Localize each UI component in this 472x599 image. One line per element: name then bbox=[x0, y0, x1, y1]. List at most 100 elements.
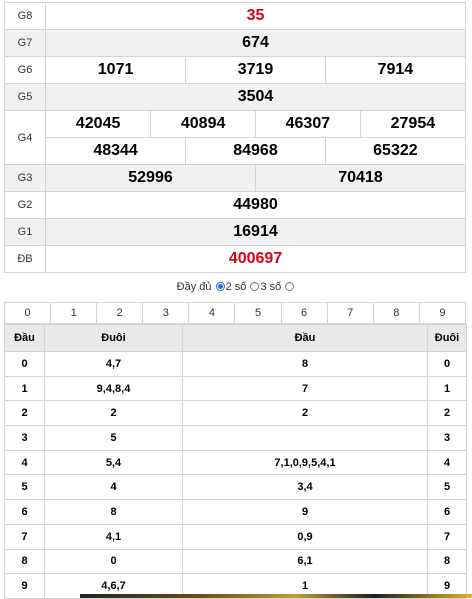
table-row: 0 4,7 8 0 bbox=[4, 351, 467, 377]
prize-label: ĐB bbox=[4, 245, 46, 273]
digit-filter-cell[interactable]: 1 bbox=[50, 302, 98, 324]
loto-table: Đầu Đuôi Đầu Đuôi 0 4,7 8 0 1 9,4,8,4 7 1 2 2 2 2 3 5… bbox=[4, 324, 467, 599]
table-row: 6896 bbox=[4, 499, 467, 525]
digit-filter-cell[interactable]: 8 bbox=[372, 302, 420, 324]
loto-tail: 2 bbox=[44, 400, 183, 427]
loto-tail: 5,4 bbox=[44, 449, 183, 476]
prize-g1-value: 16914 bbox=[233, 223, 278, 240]
prize-row-g4: G4 42045 40894 46307 27954 48344 84968 6… bbox=[4, 110, 466, 165]
loto-digit: 3 bbox=[427, 425, 467, 451]
prize-g4-value: 65322 bbox=[373, 142, 418, 159]
prize-label: G2 bbox=[4, 191, 46, 219]
column-header: Đầu bbox=[182, 324, 428, 352]
loto-digit: 0 bbox=[427, 351, 467, 377]
digit-filter-cell[interactable]: 3 bbox=[142, 302, 190, 324]
ad-banner-strip bbox=[80, 594, 472, 598]
digit-filter-cell[interactable]: 7 bbox=[326, 302, 374, 324]
loto-head: 3,4 bbox=[182, 474, 428, 501]
prize-g8-value: 35 bbox=[246, 7, 265, 24]
radio-full[interactable] bbox=[285, 282, 295, 291]
prize-label: G5 bbox=[4, 83, 46, 111]
option-two-label[interactable]: 2 số bbox=[226, 281, 247, 293]
table-row: 1 9,4,8,4 7 1 bbox=[4, 375, 467, 402]
prize-row-g6: G6 1071 3719 7914 bbox=[4, 56, 466, 84]
loto-digit: 5 bbox=[427, 474, 467, 501]
prize-g4-value: 46307 bbox=[285, 115, 331, 132]
digit-filter-cell[interactable]: 5 bbox=[234, 302, 282, 324]
loto-digit: 6 bbox=[4, 499, 45, 525]
prize-label: G1 bbox=[4, 218, 46, 246]
digit-filter-cell[interactable]: 2 bbox=[96, 302, 144, 324]
prize-label: G4 bbox=[4, 110, 46, 165]
prize-label: G8 bbox=[4, 2, 46, 30]
radio-three-digits[interactable] bbox=[250, 282, 260, 291]
prize-g6-value: 1071 bbox=[97, 61, 134, 78]
loto-head bbox=[182, 425, 428, 451]
option-full-label[interactable]: Đầy đủ bbox=[177, 281, 212, 293]
loto-head: 9 bbox=[182, 499, 428, 525]
prize-g4-value: 42045 bbox=[75, 115, 121, 132]
column-header: Đầu bbox=[4, 324, 45, 352]
loto-digit: 1 bbox=[427, 375, 467, 402]
prize-g2-value: 44980 bbox=[233, 196, 278, 213]
loto-digit: 2 bbox=[4, 400, 45, 427]
prize-row-g1: G1 16914 bbox=[4, 218, 466, 246]
loto-digit: 2 bbox=[427, 400, 467, 427]
loto-tail: 4,7 bbox=[44, 351, 183, 377]
prize-label: G6 bbox=[4, 56, 46, 84]
prize-row-g3: G3 52996 70418 bbox=[4, 164, 466, 192]
loto-tail: 5 bbox=[44, 425, 183, 451]
prize-g6-value: 7914 bbox=[377, 61, 414, 78]
option-three-label[interactable]: 3 số bbox=[260, 281, 281, 293]
loto-digit: 4 bbox=[427, 449, 467, 476]
loto-digit: 8 bbox=[427, 548, 467, 575]
prize-row-g5: G5 3504 bbox=[4, 83, 466, 111]
digit-filter-cell[interactable]: 9 bbox=[418, 302, 467, 324]
loto-digit: 7 bbox=[4, 523, 45, 550]
prize-label: G7 bbox=[4, 29, 46, 57]
loto-head: 2 bbox=[182, 400, 428, 427]
loto-digit: 9 bbox=[4, 573, 45, 599]
loto-head: 0,9 bbox=[182, 523, 428, 550]
loto-head: 6,1 bbox=[182, 548, 428, 575]
prize-g6-value: 3719 bbox=[237, 61, 274, 78]
loto-tail: 4 bbox=[44, 474, 183, 501]
prize-row-g8: G8 35 bbox=[4, 2, 466, 30]
prize-g4-value: 27954 bbox=[390, 115, 436, 132]
prize-g5-value: 3504 bbox=[237, 88, 274, 105]
loto-digit: 5 bbox=[4, 474, 45, 501]
loto-head: 8 bbox=[182, 351, 428, 377]
loto-digit: 8 bbox=[4, 548, 45, 575]
loto-digit: 0 bbox=[4, 351, 45, 377]
table-row: 8 0 6,1 8 bbox=[4, 548, 467, 575]
prize-row-g7: G7 674 bbox=[4, 29, 466, 57]
loto-digit: 3 bbox=[4, 425, 45, 451]
loto-tail: 0 bbox=[44, 548, 183, 575]
loto-head: 7 bbox=[182, 375, 428, 402]
prize-g3-value: 70418 bbox=[338, 169, 383, 186]
loto-digit: 4 bbox=[4, 449, 45, 476]
digit-filter-cell[interactable]: 6 bbox=[280, 302, 328, 324]
loto-digit: 7 bbox=[427, 523, 467, 550]
table-row: 5 4 3,4 5 bbox=[4, 474, 467, 501]
loto-tail: 4,1 bbox=[44, 523, 183, 550]
loto-tail: 9,4,8,4 bbox=[44, 375, 183, 402]
digit-filter-cell[interactable]: 0 bbox=[3, 302, 52, 324]
display-options: Đầy đủ 2 số 3 số bbox=[0, 277, 472, 297]
table-row: 2222 bbox=[4, 400, 467, 427]
prize-g7-value: 674 bbox=[242, 34, 269, 51]
radio-two-digits[interactable] bbox=[215, 282, 225, 291]
column-header: Đuôi bbox=[427, 324, 467, 352]
prize-g3-value: 52996 bbox=[128, 169, 173, 186]
prize-g4-value: 40894 bbox=[180, 115, 226, 132]
prize-row-g2: G2 44980 bbox=[4, 191, 466, 219]
loto-digit: 6 bbox=[427, 499, 467, 525]
column-header: Đuôi bbox=[44, 324, 183, 352]
table-row: 7 4,1 0,9 7 bbox=[4, 523, 467, 550]
prize-g4-value: 84968 bbox=[233, 142, 278, 159]
digit-filter-cell[interactable]: 4 bbox=[188, 302, 236, 324]
loto-tail: 8 bbox=[44, 499, 183, 525]
special-prize-value: 400697 bbox=[228, 250, 283, 267]
table-row: 4 5,4 7,1,0,9,5,4,1 4 bbox=[4, 449, 467, 476]
prize-table: G8 35 G7 674 G6 1071 3719 7914 G5 3504 G… bbox=[4, 2, 466, 273]
